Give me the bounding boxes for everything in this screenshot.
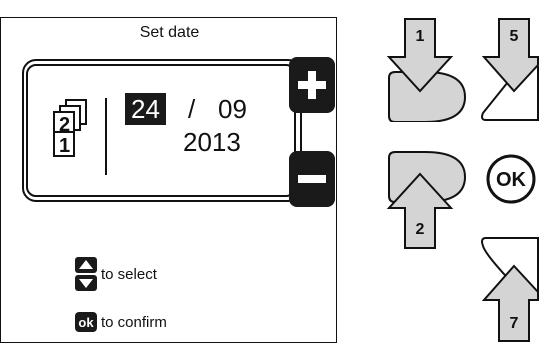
key-left-upper[interactable]: 1 bbox=[383, 17, 468, 122]
date-day-field[interactable]: 24 bbox=[125, 93, 166, 125]
svg-text:1: 1 bbox=[59, 135, 70, 157]
svg-text:2: 2 bbox=[416, 221, 425, 238]
svg-text:5: 5 bbox=[510, 28, 519, 45]
increase-button[interactable] bbox=[289, 57, 335, 113]
date-divider bbox=[105, 98, 107, 175]
date-month-field[interactable]: 09 bbox=[218, 93, 247, 125]
confirm-hint: ok to confirm bbox=[75, 312, 167, 332]
decrease-button[interactable] bbox=[289, 151, 335, 207]
svg-text:1: 1 bbox=[416, 28, 425, 45]
key-left-lower[interactable]: 2 bbox=[383, 150, 468, 250]
select-hint: to select bbox=[75, 257, 157, 291]
ok-icon: ok bbox=[75, 312, 97, 332]
pages-icon: 2 1 bbox=[53, 99, 87, 157]
date-year-field[interactable]: 2013 bbox=[183, 126, 241, 158]
date-separator: / bbox=[188, 94, 196, 124]
minus-icon bbox=[298, 175, 326, 183]
screen-title: Set date bbox=[139, 24, 200, 41]
ok-key[interactable]: OK bbox=[484, 153, 539, 205]
up-down-arrows-icon bbox=[75, 257, 97, 291]
select-hint-text: to select bbox=[101, 265, 157, 283]
svg-text:7: 7 bbox=[510, 315, 519, 332]
svg-text:ok: ok bbox=[78, 315, 94, 330]
svg-text:OK: OK bbox=[496, 169, 527, 191]
svg-text:2: 2 bbox=[59, 114, 70, 136]
confirm-hint-text: to confirm bbox=[101, 313, 167, 331]
plus-icon bbox=[298, 71, 326, 99]
key-up[interactable]: 5 bbox=[478, 17, 539, 122]
key-down[interactable]: 7 bbox=[478, 236, 539, 343]
